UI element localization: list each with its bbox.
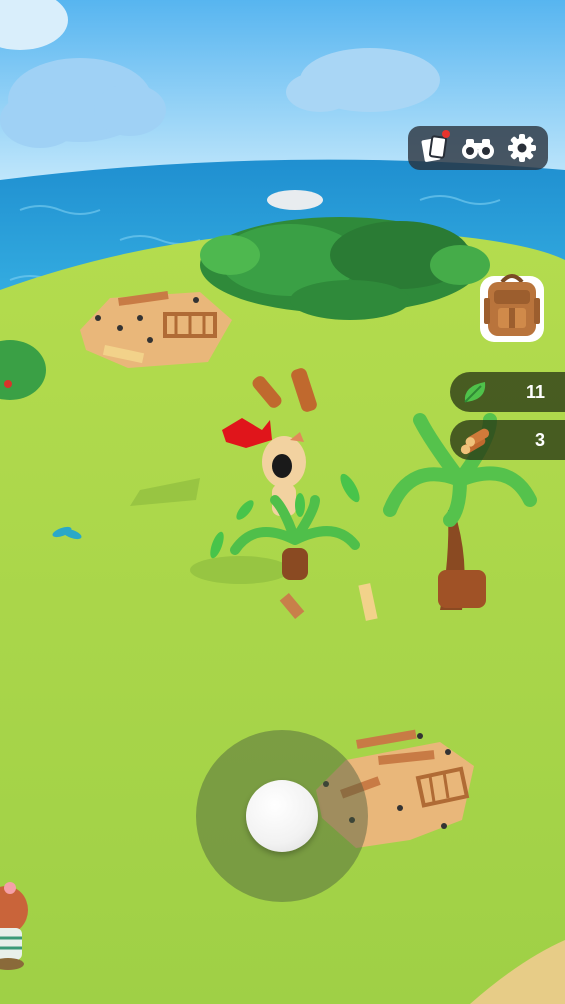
game-screen: 11 3 bbox=[0, 0, 565, 1004]
notification-dot bbox=[442, 130, 450, 138]
top-toolbar bbox=[408, 126, 548, 170]
backpack-button[interactable] bbox=[476, 268, 548, 346]
leaf-icon bbox=[458, 375, 492, 409]
leaves-count: 11 bbox=[525, 381, 545, 402]
wood-count: 3 bbox=[534, 429, 545, 450]
gear-icon bbox=[508, 134, 536, 162]
rock bbox=[267, 190, 323, 210]
joystick-knob[interactable] bbox=[246, 780, 318, 852]
resource-leaves: 11 bbox=[450, 372, 565, 412]
backpack-icon bbox=[480, 274, 544, 342]
wood-logs-icon bbox=[458, 423, 492, 457]
cards-button[interactable] bbox=[414, 128, 454, 168]
settings-button[interactable] bbox=[502, 128, 542, 168]
binoculars-button[interactable] bbox=[458, 128, 498, 168]
binoculars-icon bbox=[462, 139, 494, 159]
resource-wood: 3 bbox=[450, 420, 565, 460]
